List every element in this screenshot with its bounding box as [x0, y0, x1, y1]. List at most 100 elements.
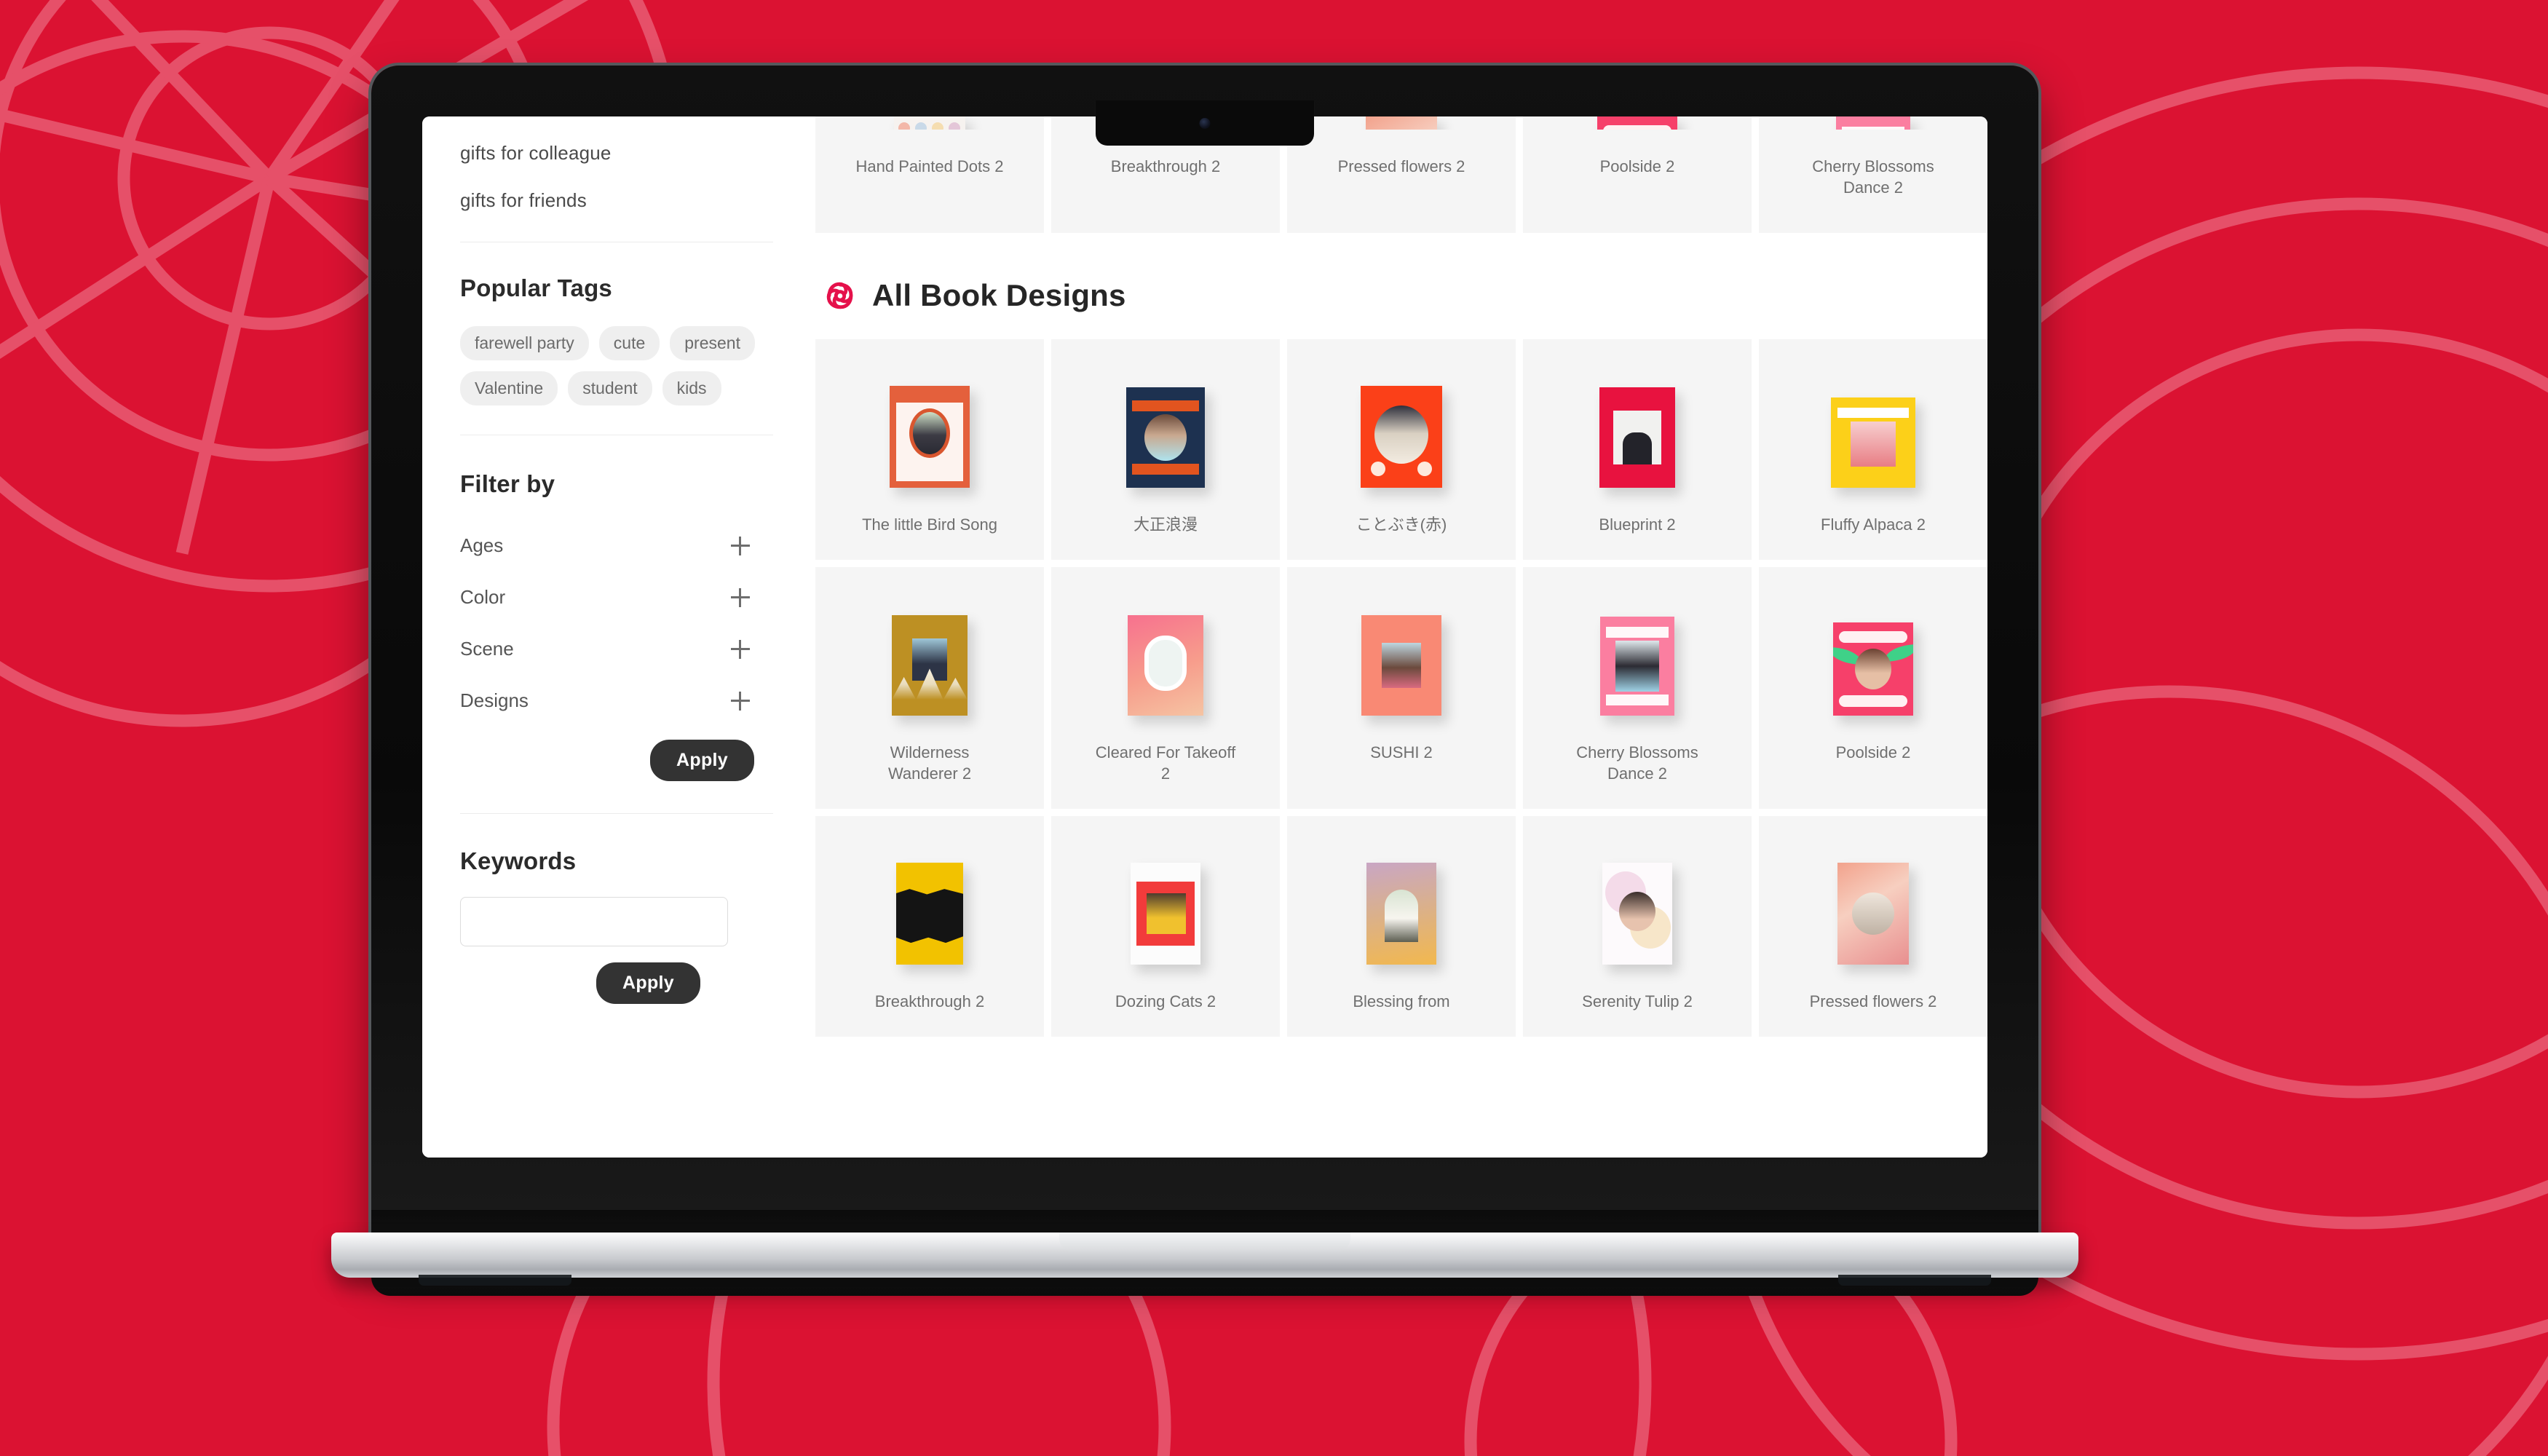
design-card-label: Blueprint 2: [1599, 515, 1676, 534]
filter-row-scene[interactable]: Scene: [460, 623, 773, 675]
design-card[interactable]: Cherry Blossoms Dance 2: [1523, 567, 1752, 810]
design-card[interactable]: Poolside 2: [1523, 116, 1752, 233]
design-card[interactable]: Wilderness Wanderer 2: [815, 567, 1044, 810]
design-card[interactable]: Hand Painted Dots 2: [815, 116, 1044, 233]
design-thumbnail-art: [1131, 863, 1200, 965]
design-card[interactable]: Pressed flowers 2: [1287, 116, 1516, 233]
thumbnail: [823, 358, 1037, 488]
tag-cute[interactable]: cute: [598, 326, 660, 360]
design-card[interactable]: Fluffy Alpaca 2: [1759, 339, 1987, 561]
filter-label-scene: Scene: [460, 638, 514, 660]
laptop-lid: gifts for colleague gifts for friends Po…: [371, 66, 2038, 1259]
design-card-label: Wilderness Wanderer 2: [887, 743, 972, 783]
design-card[interactable]: SUSHI 2: [1287, 567, 1516, 810]
design-card-label: Poolside 2: [1835, 743, 1911, 762]
design-card-label: Breakthrough 2: [874, 992, 985, 1011]
thumbnail: [1530, 116, 1744, 130]
design-thumbnail-art: [1597, 116, 1677, 130]
design-thumbnail-art: [892, 615, 968, 716]
webcam-icon: [1199, 118, 1211, 129]
tag-farewell-party[interactable]: farewell party: [460, 326, 589, 360]
design-card-label: Hand Painted Dots 2: [855, 157, 1004, 175]
filter-row-designs[interactable]: Designs: [460, 675, 773, 727]
design-thumbnail-art: [1831, 397, 1915, 488]
popular-tags-section: Popular Tags farewell party cute present…: [460, 242, 773, 405]
tag-student[interactable]: student: [568, 371, 652, 405]
design-thumbnail-art: [1833, 622, 1913, 716]
plus-icon[interactable]: [731, 587, 750, 607]
thumbnail: [1766, 586, 1980, 716]
sidebar-item-gifts-for-friends[interactable]: gifts for friends: [460, 177, 773, 224]
thumbnail: [1766, 358, 1980, 488]
design-thumbnail-art: [1366, 863, 1436, 965]
design-thumbnail-art: [890, 386, 970, 488]
design-card-label: Fluffy Alpaca 2: [1821, 515, 1926, 534]
design-thumbnail-art: [1602, 863, 1672, 965]
design-card[interactable]: Poolside 2: [1759, 567, 1987, 810]
design-thumbnail-art: [1366, 116, 1437, 130]
section-header: All Book Designs: [824, 233, 1987, 339]
design-card[interactable]: The little Bird Song: [815, 339, 1044, 561]
design-card-label: Cherry Blossoms Dance 2: [1812, 157, 1934, 197]
design-thumbnail-art: [1361, 615, 1441, 716]
design-card[interactable]: Breakthrough 2: [815, 816, 1044, 1037]
design-card[interactable]: 大正浪漫: [1051, 339, 1280, 561]
design-thumbnail-art: [896, 863, 963, 965]
design-thumbnail-art: [1126, 387, 1205, 488]
top-partial-row: Hand Painted Dots 2 Breakthrough 2 Press…: [815, 116, 1987, 233]
design-card[interactable]: Cherry Blossoms Dance 2: [1759, 116, 1987, 233]
design-card[interactable]: Blueprint 2: [1523, 339, 1752, 561]
browser-viewport: gifts for colleague gifts for friends Po…: [422, 116, 1987, 1158]
design-card-label: ことぶき(赤): [1356, 515, 1447, 534]
design-card[interactable]: Dozing Cats 2: [1051, 816, 1280, 1037]
filter-row-ages[interactable]: Ages: [460, 520, 773, 571]
design-thumbnail-art: [1600, 617, 1674, 716]
popular-tags-list: farewell party cute present Valentine st…: [460, 326, 773, 405]
filter-apply-button[interactable]: Apply: [650, 740, 754, 781]
filter-by-title: Filter by: [460, 470, 555, 497]
filter-row-color[interactable]: Color: [460, 571, 773, 623]
design-card[interactable]: Serenity Tulip 2: [1523, 816, 1752, 1037]
design-card[interactable]: Pressed flowers 2: [1759, 816, 1987, 1037]
thumbnail: [1294, 358, 1508, 488]
laptop-base: [331, 1233, 2078, 1286]
laptop-foot-left: [419, 1275, 571, 1286]
design-card-label: Serenity Tulip 2: [1582, 992, 1693, 1011]
thumbnail: [823, 116, 1037, 130]
keywords-section: Keywords Apply: [460, 814, 773, 1004]
thumbnail: [1530, 835, 1744, 965]
design-card-label: SUSHI 2: [1370, 743, 1433, 762]
design-thumbnail-art: [1128, 615, 1203, 716]
sidebar-item-gifts-for-colleague[interactable]: gifts for colleague: [460, 130, 773, 177]
plus-icon[interactable]: [731, 639, 750, 659]
design-card[interactable]: Cleared For Takeoff 2: [1051, 567, 1280, 810]
design-thumbnail-art: [1599, 387, 1675, 488]
design-card[interactable]: ことぶき(赤): [1287, 339, 1516, 561]
tag-kids[interactable]: kids: [662, 371, 721, 405]
thumbnail: [1766, 116, 1980, 130]
thumbnail: [1766, 835, 1980, 965]
page-title: All Book Designs: [872, 278, 1126, 312]
design-card[interactable]: Blessing from: [1287, 816, 1516, 1037]
thumbnail: [1530, 358, 1744, 488]
design-card-label: The little Bird Song: [862, 515, 997, 534]
keywords-apply-button[interactable]: Apply: [596, 962, 700, 1004]
filter-apply-row: Apply: [460, 740, 773, 781]
filter-label-designs: Designs: [460, 689, 529, 711]
keywords-title: Keywords: [460, 847, 577, 874]
design-card-label: Breakthrough 2: [1110, 157, 1221, 175]
thumbnail: [823, 835, 1037, 965]
thumbnail: [1530, 586, 1744, 716]
plus-icon[interactable]: [731, 536, 750, 555]
thumbnail: [1059, 358, 1273, 488]
tag-valentine[interactable]: Valentine: [460, 371, 558, 405]
page-root: gifts for colleague gifts for friends Po…: [422, 116, 1987, 1158]
tag-present[interactable]: present: [670, 326, 755, 360]
design-thumbnail-art: [894, 116, 965, 130]
laptop-notch: [1096, 100, 1314, 146]
popular-tags-title: Popular Tags: [460, 274, 612, 301]
filter-rows: Ages Color Scene Designs: [460, 520, 773, 727]
thumbnail: [823, 586, 1037, 716]
keywords-input[interactable]: [460, 897, 728, 946]
plus-icon[interactable]: [731, 691, 750, 711]
